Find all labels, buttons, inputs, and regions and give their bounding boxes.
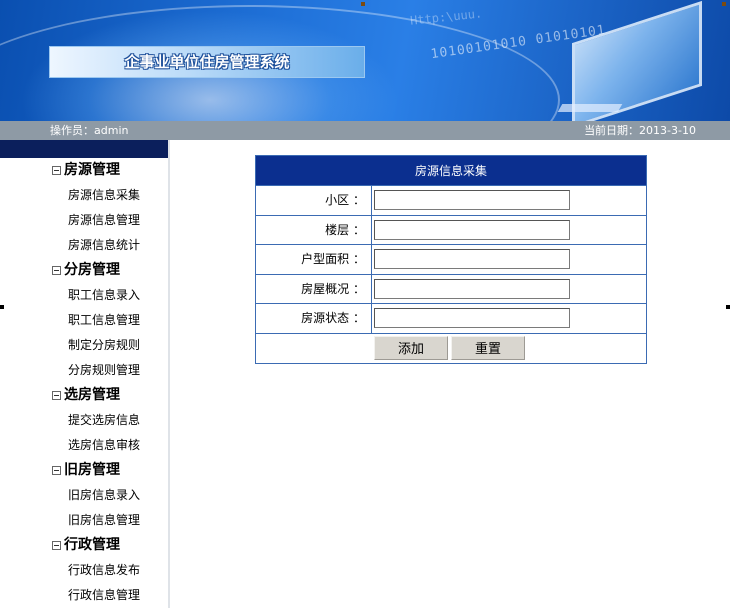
edge-marker [0, 305, 4, 309]
menu-item-staff-entry[interactable]: 职工信息录入 [0, 283, 168, 308]
field-label: 小区 ： [256, 186, 372, 215]
banner-code-text: Http:\uuu. [409, 6, 483, 28]
menu-item-rule-manage[interactable]: 分房规则管理 [0, 358, 168, 383]
menu-group-title: 选房管理 [64, 387, 120, 403]
sidebar-menu: 房源管理 房源信息采集 房源信息管理 房源信息统计 分房管理 职工信息录入 职工… [0, 140, 170, 608]
menu-item-rule-create[interactable]: 制定分房规则 [0, 333, 168, 358]
menu-item-listing-stats[interactable]: 房源信息统计 [0, 233, 168, 258]
system-title-box: 企事业单位住房管理系统 [49, 46, 365, 78]
marker-dot [361, 2, 365, 6]
menu-item-selection-submit[interactable]: 提交选房信息 [0, 408, 168, 433]
menu-item-admin-publish[interactable]: 行政信息发布 [0, 558, 168, 583]
menu-item-old-entry[interactable]: 旧房信息录入 [0, 483, 168, 508]
menu-group-old-housing: 旧房管理 旧房信息录入 旧房信息管理 [0, 458, 168, 533]
marker-dot [722, 2, 726, 6]
form-row-community: 小区 ： [256, 186, 646, 216]
current-date: 当前日期：2013-3-10 [584, 124, 696, 137]
form-row-floor: 楼层 ： [256, 215, 646, 245]
menu-group-header[interactable]: 选房管理 [0, 383, 168, 408]
reset-button[interactable]: 重置 [451, 335, 525, 360]
form-actions: 添加 重置 [256, 334, 646, 363]
menu-group-header[interactable]: 房源管理 [0, 158, 168, 183]
floor-input[interactable] [374, 219, 570, 240]
field-label: 房屋概况 ： [256, 274, 372, 303]
listing-form: 房源信息采集 小区 ： 楼层 ： 户型面积 ： 房屋概况 ： 房源状态 ： 添加… [255, 155, 647, 364]
field-label: 楼层 ： [256, 215, 372, 244]
menu-group-admin: 行政管理 行政信息发布 行政信息管理 [0, 533, 168, 608]
menu-group-selection: 选房管理 提交选房信息 选房信息审核 [0, 383, 168, 458]
info-bar: 操作员：admin 当前日期：2013-3-10 [0, 121, 730, 140]
menu-group-title: 旧房管理 [64, 462, 120, 478]
collapse-icon[interactable] [52, 266, 61, 275]
menu-group-allocation: 分房管理 职工信息录入 职工信息管理 制定分房规则 分房规则管理 [0, 258, 168, 383]
edge-marker [726, 305, 730, 309]
operator-label: 操作员：admin [50, 124, 129, 137]
menu-item-admin-manage[interactable]: 行政信息管理 [0, 583, 168, 608]
collapse-icon[interactable] [52, 541, 61, 550]
menu-group-title: 行政管理 [64, 537, 120, 553]
field-label: 房源状态 ： [256, 304, 372, 333]
listing-status-input[interactable] [374, 308, 570, 328]
menu-group-title: 分房管理 [64, 262, 120, 278]
menu-item-listing-collect[interactable]: 房源信息采集 [0, 183, 168, 208]
menu-item-selection-review[interactable]: 选房信息审核 [0, 433, 168, 458]
community-input[interactable] [374, 190, 570, 210]
form-row-area: 户型面积 ： [256, 245, 646, 275]
house-overview-input[interactable] [374, 278, 570, 299]
collapse-icon[interactable] [52, 391, 61, 400]
field-label: 户型面积 ： [256, 245, 372, 274]
menu-group-header[interactable]: 分房管理 [0, 258, 168, 283]
form-title: 房源信息采集 [256, 156, 646, 186]
sidebar-top-bar [0, 140, 168, 158]
collapse-icon[interactable] [52, 166, 61, 175]
header-banner: Http:\uuu. 10100101010 01010101 企事业单位住房管… [0, 0, 730, 121]
monitor-stand-icon [557, 104, 623, 112]
menu-item-listing-manage[interactable]: 房源信息管理 [0, 208, 168, 233]
menu-group-header[interactable]: 旧房管理 [0, 458, 168, 483]
menu-item-staff-manage[interactable]: 职工信息管理 [0, 308, 168, 333]
form-row-overview: 房屋概况 ： [256, 274, 646, 304]
system-title: 企事业单位住房管理系统 [124, 53, 290, 71]
menu-group-title: 房源管理 [64, 162, 120, 178]
menu-item-old-manage[interactable]: 旧房信息管理 [0, 508, 168, 533]
monitor-icon [572, 0, 702, 121]
unit-area-input[interactable] [374, 249, 570, 269]
add-button[interactable]: 添加 [374, 335, 448, 360]
collapse-icon[interactable] [52, 466, 61, 475]
menu-group-listings: 房源管理 房源信息采集 房源信息管理 房源信息统计 [0, 158, 168, 258]
menu-group-header[interactable]: 行政管理 [0, 533, 168, 558]
app-window: Http:\uuu. 10100101010 01010101 企事业单位住房管… [0, 0, 730, 608]
form-row-status: 房源状态 ： [256, 304, 646, 334]
